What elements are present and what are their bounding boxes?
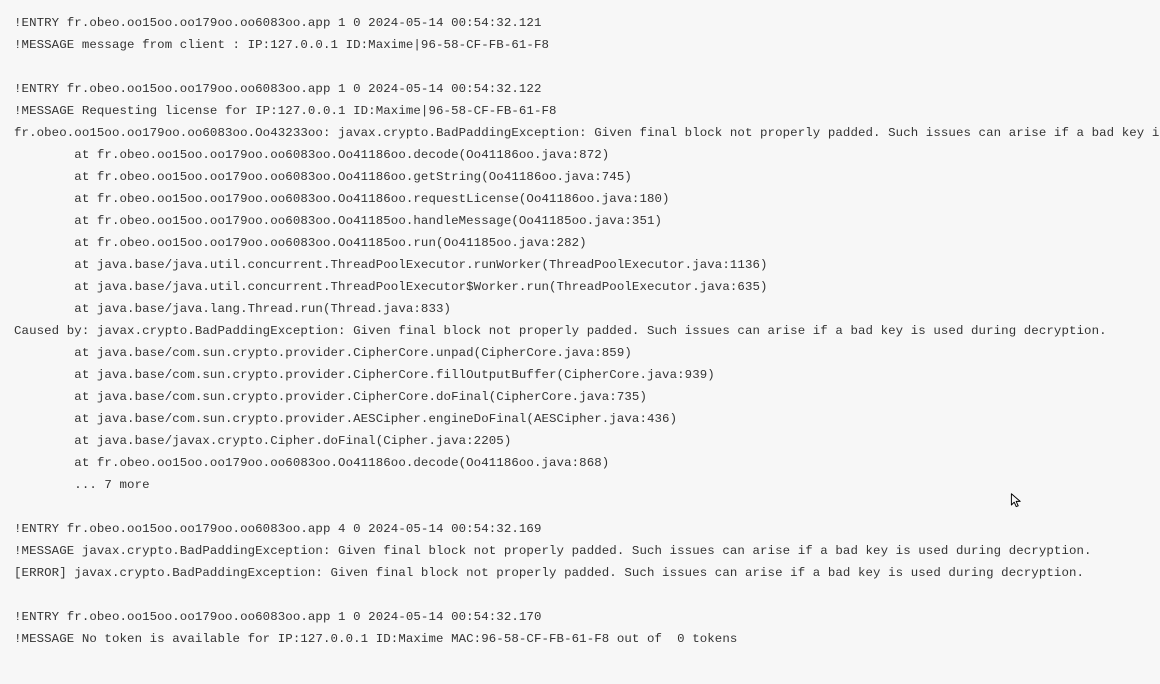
log-output: !ENTRY fr.obeo.oo15oo.oo179oo.oo6083oo.a… <box>0 0 1160 662</box>
